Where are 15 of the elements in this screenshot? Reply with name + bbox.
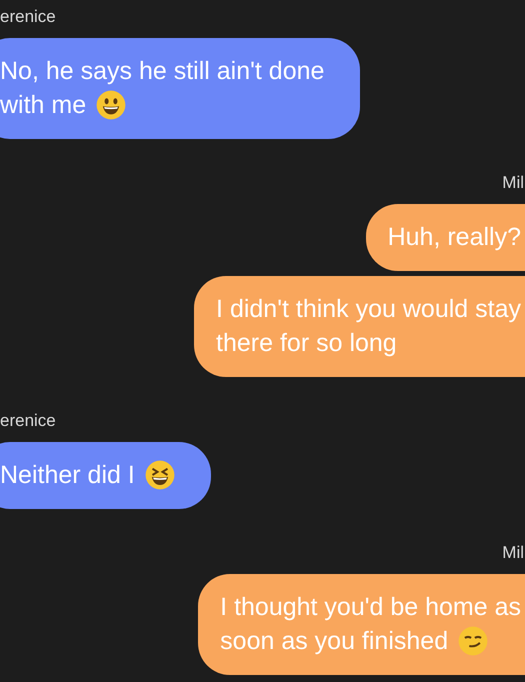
message-text: I didn't think you would stay xyxy=(216,294,521,325)
message-text: there for so long xyxy=(216,328,397,359)
message-text: Huh, really? xyxy=(388,222,521,253)
smiley-icon xyxy=(96,90,126,120)
sender-name: erenice xyxy=(0,410,56,432)
sender-name: erenice xyxy=(0,6,56,28)
smiley-icon xyxy=(144,460,175,490)
message-text: I thought you'd be home as xyxy=(220,592,521,623)
smiley-icon xyxy=(458,626,488,656)
message-text: soon as you finished xyxy=(220,626,448,657)
message-text: with me xyxy=(0,90,86,121)
message-text: No, he says he still ain't done xyxy=(0,56,324,87)
sender-name: Mil xyxy=(502,542,524,564)
message-text: Neither did I xyxy=(0,460,135,491)
sender-name: Mil xyxy=(502,172,524,194)
